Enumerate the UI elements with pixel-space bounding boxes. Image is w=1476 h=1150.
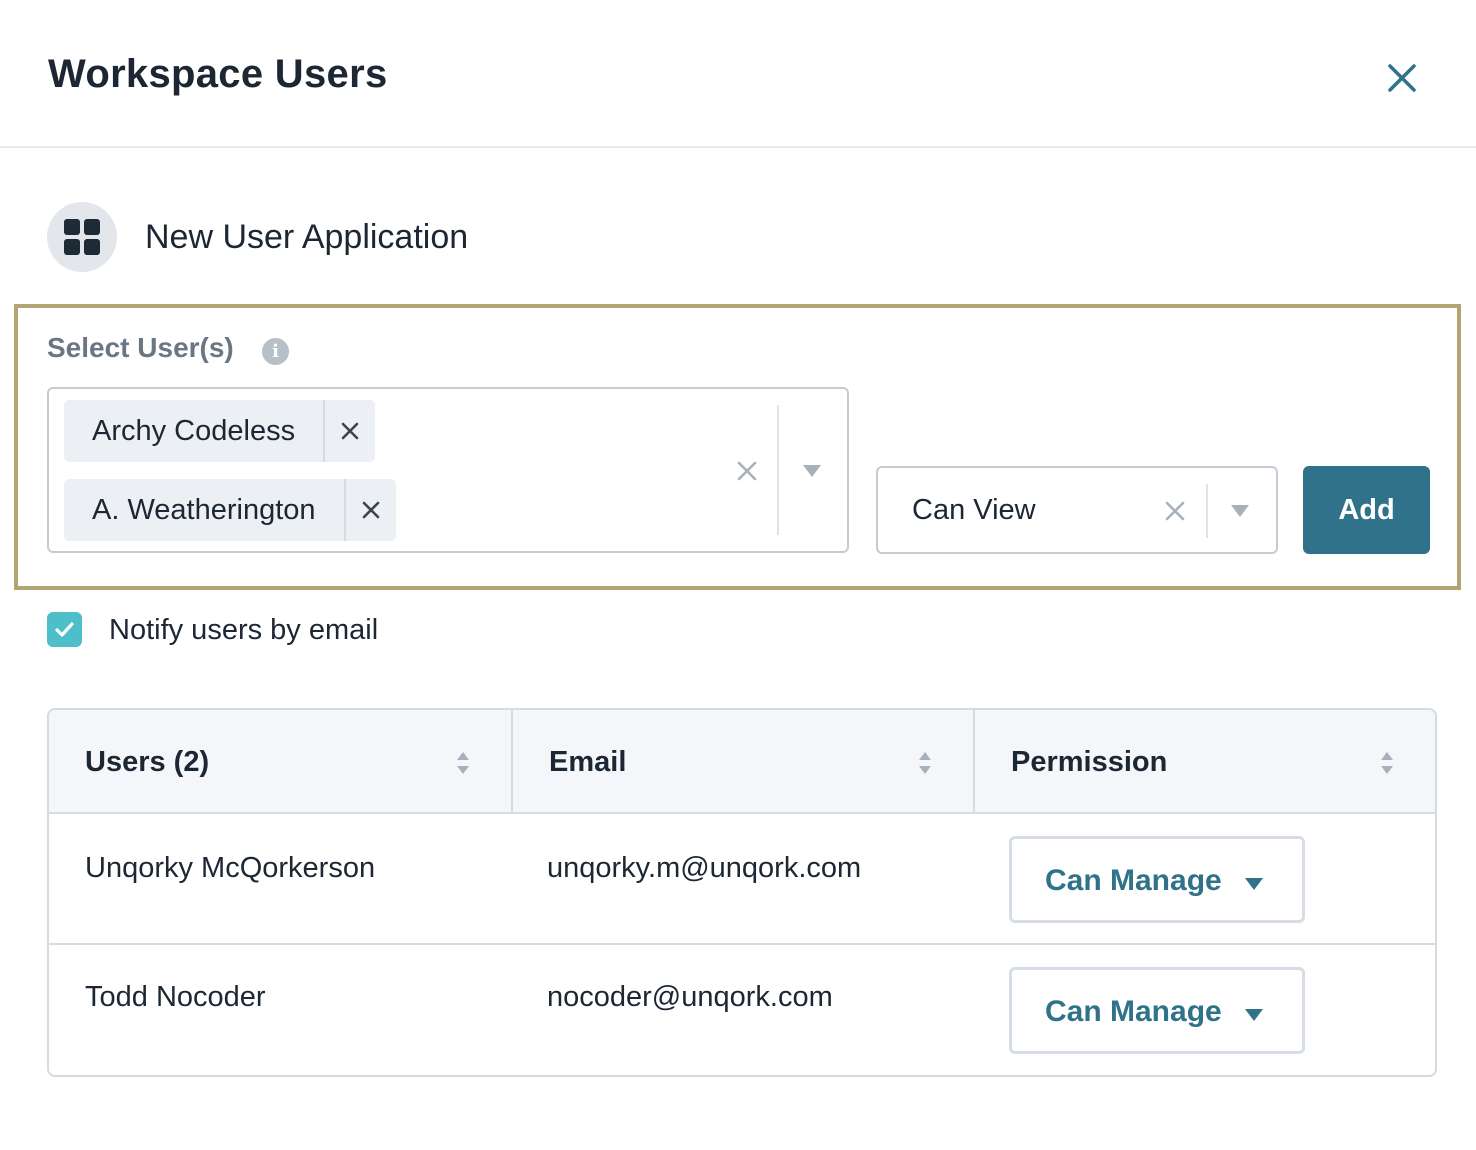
sort-icon[interactable] xyxy=(455,748,471,778)
users-table: Users (2) Email Permission Unqorky McQor… xyxy=(47,708,1437,1077)
sort-icon[interactable] xyxy=(1379,748,1395,778)
table-row: Unqorky McQorkerson unqorky.m@unqork.com… xyxy=(49,814,1435,945)
chevron-down-icon[interactable] xyxy=(802,464,822,483)
user-email-cell: nocoder@unqork.com xyxy=(547,981,833,1013)
user-name-cell: Unqorky McQorkerson xyxy=(85,852,376,884)
permission-dropdown[interactable]: Can Manage xyxy=(1009,967,1305,1054)
select-divider xyxy=(1206,484,1208,538)
permission-select-value: Can View xyxy=(912,494,1036,526)
chip-label: A. Weatherington xyxy=(92,494,316,526)
permission-dropdown-label: Can Manage xyxy=(1045,864,1222,897)
modal-header: Workspace Users xyxy=(0,0,1476,148)
select-users-label: Select User(s) xyxy=(47,332,234,363)
chevron-down-icon[interactable] xyxy=(1230,504,1250,523)
column-header-label: Permission xyxy=(1011,746,1168,778)
remove-chip-icon[interactable] xyxy=(343,479,396,541)
info-icon[interactable]: i xyxy=(262,338,289,365)
permission-dropdown[interactable]: Can Manage xyxy=(1009,836,1305,923)
column-header-permission[interactable]: Permission xyxy=(975,710,1435,812)
permission-dropdown-label: Can Manage xyxy=(1045,995,1222,1028)
check-icon xyxy=(55,622,74,637)
column-header-users[interactable]: Users (2) xyxy=(49,710,511,812)
clear-permission-icon[interactable] xyxy=(1164,500,1186,522)
column-header-email[interactable]: Email xyxy=(513,710,973,812)
application-row: New User Application xyxy=(47,202,747,272)
clear-selection-icon[interactable] xyxy=(735,459,759,483)
table-row: Todd Nocoder nocoder@unqork.com Can Mana… xyxy=(49,945,1435,1075)
column-header-label: Users (2) xyxy=(85,746,210,778)
notify-checkbox[interactable] xyxy=(47,612,82,647)
chevron-down-icon xyxy=(1245,878,1263,890)
select-divider xyxy=(777,405,779,535)
page-title: Workspace Users xyxy=(48,52,388,96)
close-icon[interactable] xyxy=(1380,56,1424,100)
notify-checkbox-row[interactable]: Notify users by email xyxy=(47,612,547,648)
users-multi-select[interactable]: Archy Codeless A. Weatherington xyxy=(47,387,849,553)
notify-label: Notify users by email xyxy=(109,614,379,646)
grid-icon xyxy=(47,202,117,272)
chevron-down-icon xyxy=(1245,1009,1263,1021)
permission-select[interactable]: Can View xyxy=(876,466,1278,554)
column-header-label: Email xyxy=(549,746,627,778)
remove-chip-icon[interactable] xyxy=(323,400,375,462)
user-name-cell: Todd Nocoder xyxy=(85,981,266,1013)
sort-icon[interactable] xyxy=(917,748,933,778)
selected-user-chip: A. Weatherington xyxy=(64,479,396,541)
add-button[interactable]: Add xyxy=(1303,466,1430,554)
user-email-cell: unqorky.m@unqork.com xyxy=(547,852,862,884)
chip-label: Archy Codeless xyxy=(92,415,296,447)
application-name: New User Application xyxy=(145,218,469,256)
select-users-panel: Select User(s) i Archy Codeless A. Weath… xyxy=(14,304,1461,590)
table-header: Users (2) Email Permission xyxy=(49,710,1435,814)
selected-user-chip: Archy Codeless xyxy=(64,400,376,462)
